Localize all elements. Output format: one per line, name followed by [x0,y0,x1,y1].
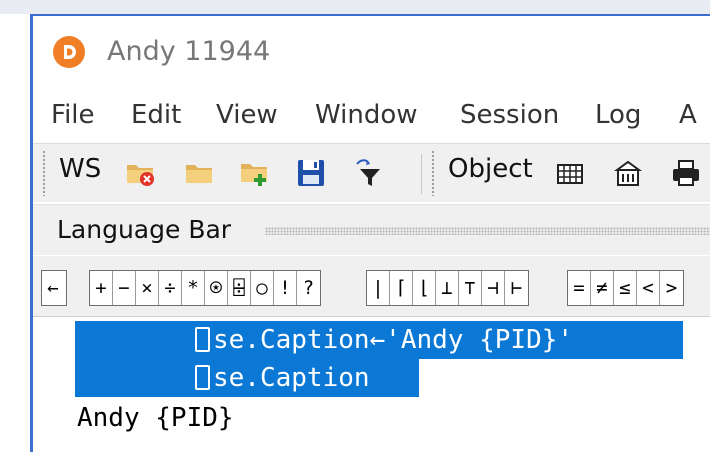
ws-label: WS [59,154,102,184]
desktop-background [0,0,710,14]
symbol-key[interactable]: ○ [251,271,274,305]
symbol-key[interactable]: ⊥ [436,271,459,305]
symbol-key[interactable]: ÷ [159,271,182,305]
menu-file[interactable]: File [51,100,95,130]
session-line-text: Andy {PID} [77,403,234,433]
folder-add-icon[interactable] [238,157,270,189]
session-line-text: se.Caption [213,363,370,393]
toolbar-grip[interactable] [42,150,46,196]
symbol-key[interactable]: ⊢ [505,271,528,305]
grid-icon[interactable] [554,157,586,189]
symbol-key[interactable]: ≠ [591,271,614,305]
symbol-key[interactable]: ← [42,271,64,305]
symbol-key[interactable]: * [182,271,205,305]
symbol-group-arithmetic: + − × ÷ * ⍟ ⌹ ○ ! ? [89,270,321,306]
language-bar-header: Language Bar [33,204,710,255]
toolbar: WS Object [33,143,710,202]
window-title: Andy 11944 [107,36,271,67]
symbol-key[interactable]: < [637,271,660,305]
symbol-key[interactable]: > [660,271,683,305]
title-bar[interactable]: Andy 11944 [33,16,710,90]
symbol-key[interactable]: ? [297,271,320,305]
language-bar-grip[interactable] [265,227,710,235]
quad-glyph [195,327,210,352]
menu-edit[interactable]: Edit [131,100,181,130]
symbol-group-structural: | ⌈ ⌊ ⊥ ⊤ ⊣ ⊢ [366,270,529,306]
toolbar-grip-2[interactable] [431,150,435,196]
object-label: Object [448,154,533,184]
session-line-selected[interactable]: se.Caption←'Andy {PID}' [195,321,573,359]
menu-view[interactable]: View [216,100,278,130]
session-line-text: se.Caption←'Andy {PID}' [213,325,574,355]
symbol-key[interactable]: ≤ [614,271,637,305]
toolbar-separator [421,154,422,194]
language-bar-label: Language Bar [57,215,232,244]
app-window: Andy 11944 File Edit View Window Session… [30,14,710,452]
symbol-key[interactable]: | [367,271,390,305]
session-window[interactable]: se.Caption←'Andy {PID}' se.Caption Andy … [33,317,710,452]
session-line-output[interactable]: Andy {PID} [77,399,234,437]
namespace-icon[interactable] [612,157,644,189]
symbol-key[interactable]: ⌊ [413,271,436,305]
symbol-key[interactable]: × [136,271,159,305]
symbol-key[interactable]: ⊣ [482,271,505,305]
symbol-group-comparison: = ≠ ≤ < > [567,270,684,306]
filter-icon[interactable] [351,157,383,189]
symbol-key[interactable]: − [113,271,136,305]
menu-bar: File Edit View Window Session Log A [33,94,710,140]
menu-session[interactable]: Session [460,100,559,130]
session-line-selected[interactable]: se.Caption [195,359,370,397]
symbol-key[interactable]: ⍟ [205,271,228,305]
symbol-key[interactable]: ⌹ [228,271,251,305]
symbol-key[interactable]: = [568,271,591,305]
symbol-key[interactable]: ! [274,271,297,305]
print-icon[interactable] [670,157,702,189]
language-bar: ← + − × ÷ * ⍟ ⌹ ○ ! ? | ⌈ ⌊ ⊥ ⊤ ⊣ ⊢ = ≠ … [33,256,710,317]
symbol-key[interactable]: + [90,271,113,305]
symbol-group-assign: ← [41,270,67,306]
quad-glyph [195,365,210,390]
menu-log[interactable]: Log [595,100,641,130]
folder-clear-icon[interactable] [125,157,157,189]
menu-window[interactable]: Window [315,100,418,130]
symbol-key[interactable]: ⊤ [459,271,482,305]
dyalog-app-icon[interactable] [53,36,85,68]
folder-open-icon[interactable] [183,157,215,189]
save-icon[interactable] [295,157,327,189]
symbol-key[interactable]: ⌈ [390,271,413,305]
menu-more[interactable]: A [679,100,697,130]
